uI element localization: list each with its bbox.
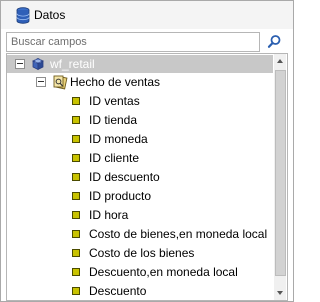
- data-panel: Datos wf_retail: [0, 0, 294, 302]
- tree-item[interactable]: ID ventas: [7, 92, 273, 110]
- tree-node-group[interactable]: Hecho de ventas: [7, 73, 273, 91]
- tree-item-label: ID hora: [89, 208, 129, 222]
- tree-item-label: ID ventas: [89, 94, 140, 108]
- search-icon: [267, 35, 281, 48]
- field-icon: [72, 249, 80, 257]
- field-tree[interactable]: wf_retail Hecho de ventas ID ventas ID t…: [6, 53, 288, 301]
- cube-icon: [32, 58, 44, 71]
- scroll-down-arrow-icon[interactable]: [274, 287, 286, 299]
- tree-group-label: Hecho de ventas: [70, 75, 161, 89]
- tree-item-label: Descuento,en moneda local: [89, 265, 238, 279]
- field-icon: [72, 287, 80, 295]
- database-icon: [16, 7, 30, 24]
- tree-item-label: Costo de los bienes: [89, 246, 195, 260]
- tree-item-label: ID descuento: [89, 170, 160, 184]
- tree-item-label: ID tienda: [89, 113, 138, 127]
- field-icon: [72, 268, 80, 276]
- tree-item[interactable]: ID descuento: [7, 168, 273, 186]
- scrollbar-thumb[interactable]: [275, 70, 286, 276]
- tree-item-label: ID moneda: [89, 132, 148, 146]
- search-field[interactable]: [6, 32, 260, 52]
- scroll-up-arrow-icon[interactable]: [274, 55, 286, 67]
- panel-header: Datos: [1, 1, 293, 29]
- vertical-scrollbar[interactable]: [274, 54, 286, 300]
- tree-item[interactable]: ID hora: [7, 206, 273, 224]
- field-icon: [72, 97, 80, 105]
- tree-root-label: wf_retail: [50, 57, 95, 71]
- tree-item[interactable]: ID cliente: [7, 149, 273, 167]
- tree-item-label: ID cliente: [89, 151, 140, 165]
- panel-title: Datos: [34, 8, 66, 22]
- tree-node-root[interactable]: wf_retail: [7, 55, 273, 73]
- tree-item[interactable]: Costo de bienes,en moneda local: [7, 225, 273, 243]
- tree-item-label: Costo de bienes,en moneda local: [89, 227, 268, 241]
- search-input[interactable]: [7, 33, 255, 50]
- field-icon: [72, 192, 80, 200]
- tree-item-label: Descuento: [89, 284, 147, 298]
- field-icon: [72, 154, 80, 162]
- collapse-toggle[interactable]: [36, 77, 46, 87]
- field-icon: [72, 173, 80, 181]
- field-icon: [72, 230, 80, 238]
- field-icon: [72, 211, 80, 219]
- tree-item[interactable]: Descuento,en moneda local: [7, 263, 273, 281]
- tree-item[interactable]: Descuento: [7, 282, 273, 300]
- fact-table-icon: [53, 75, 68, 90]
- tree-item[interactable]: Costo de los bienes: [7, 244, 273, 262]
- tree-item[interactable]: ID moneda: [7, 130, 273, 148]
- tree-item[interactable]: ID tienda: [7, 111, 273, 129]
- collapse-toggle[interactable]: [15, 59, 25, 69]
- tree-item[interactable]: ID producto: [7, 187, 273, 205]
- field-icon: [72, 135, 80, 143]
- search-button[interactable]: [263, 31, 285, 53]
- tree-item-label: ID producto: [89, 189, 152, 203]
- field-icon: [72, 116, 80, 124]
